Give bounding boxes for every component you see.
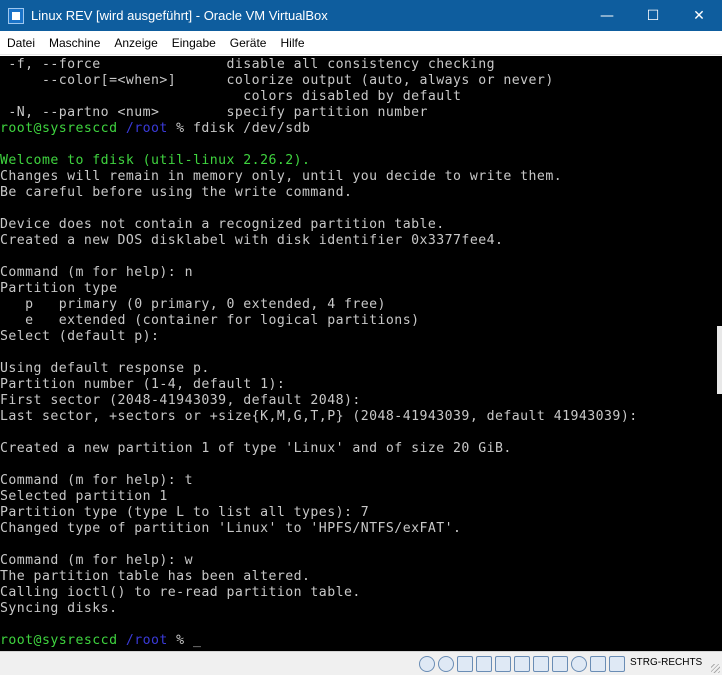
terminal-line: The partition table has been altered.: [0, 569, 310, 585]
terminal-line: Syncing disks.: [0, 601, 117, 617]
terminal-line: Using default response p.: [0, 361, 210, 377]
terminal-text: --color[=<when>] colorize output (auto, …: [0, 73, 554, 88]
terminal-line: Created a new DOS disklabel with disk id…: [0, 233, 503, 249]
terminal-text: First sector (2048-41943039, default 204…: [0, 393, 361, 408]
terminal-cursor: _: [192, 633, 202, 648]
terminal-text: root@sysresccd: [0, 121, 126, 136]
terminal-line: root@sysresccd /root % _: [0, 633, 201, 649]
terminal-text: Using default response p.: [0, 361, 210, 376]
terminal-line: Partition type: [0, 281, 117, 297]
status-bar: STRG-RECHTS: [0, 651, 722, 675]
optical-drive-icon[interactable]: [438, 656, 454, 672]
terminal-text: Changed type of partition 'Linux' to 'HP…: [0, 521, 462, 536]
terminal-text: /root: [125, 633, 168, 648]
close-button[interactable]: ✕: [676, 0, 722, 31]
terminal-text: Welcome to fdisk (util-linux 2.26.2).: [0, 153, 311, 168]
menu-maschine[interactable]: Maschine: [42, 36, 107, 50]
terminal-text: p primary (0 primary, 0 extended, 4 free…: [0, 297, 386, 312]
host-key-label: STRG-RECHTS: [630, 657, 703, 668]
terminal-line: --color[=<when>] colorize output (auto, …: [0, 73, 554, 89]
menu-bar: Datei Maschine Anzeige Eingabe Geräte Hi…: [0, 31, 722, 55]
terminal-line: Be careful before using the write comman…: [0, 185, 352, 201]
window-controls: — ☐ ✕: [584, 0, 722, 31]
terminal-line: Partition number (1-4, default 1):: [0, 377, 285, 393]
shared-folders-icon[interactable]: [495, 656, 511, 672]
terminal-line: Selected partition 1: [0, 489, 168, 505]
terminal-text: %: [167, 633, 193, 648]
terminal-text: colors disabled by default: [0, 89, 462, 104]
terminal-line: e extended (container for logical partit…: [0, 313, 419, 329]
terminal-text: -N, --partno <num> specify partition num…: [0, 105, 428, 120]
terminal-line: Command (m for help): w: [0, 553, 193, 569]
menu-hilfe[interactable]: Hilfe: [273, 36, 311, 50]
terminal-line: Partition type (type L to list all types…: [0, 505, 369, 521]
terminal-line: Created a new partition 1 of type 'Linux…: [0, 441, 512, 457]
window-title: Linux REV [wird ausgeführt] - Oracle VM …: [31, 8, 328, 23]
terminal-text: e extended (container for logical partit…: [0, 313, 420, 328]
terminal-line: Command (m for help): n: [0, 265, 193, 281]
video-capture-icon[interactable]: [533, 656, 549, 672]
terminal-text: % fdisk /dev/sdb: [167, 121, 311, 136]
usb-icon[interactable]: [552, 656, 568, 672]
terminal-text: Be careful before using the write comman…: [0, 185, 353, 200]
terminal-line: -f, --force disable all consistency chec…: [0, 57, 495, 73]
window-titlebar[interactable]: Linux REV [wird ausgeführt] - Oracle VM …: [0, 0, 722, 31]
virtualbox-app-icon: [8, 7, 24, 24]
terminal-line: p primary (0 primary, 0 extended, 4 free…: [0, 297, 386, 313]
network-icon[interactable]: [476, 656, 492, 672]
display-icon[interactable]: [514, 656, 530, 672]
resize-grip[interactable]: [711, 664, 720, 673]
terminal-line: Changes will remain in memory only, unti…: [0, 169, 562, 185]
maximize-button[interactable]: ☐: [630, 0, 676, 31]
terminal-text: Select (default p):: [0, 329, 160, 344]
terminal-text: Partition type (type L to list all types…: [0, 505, 370, 520]
terminal-text: Created a new DOS disklabel with disk id…: [0, 233, 504, 248]
keyboard-capture-icon[interactable]: [609, 656, 625, 672]
terminal-text: Partition type: [0, 281, 118, 296]
menu-datei[interactable]: Datei: [0, 36, 42, 50]
terminal-line: Welcome to fdisk (util-linux 2.26.2).: [0, 153, 310, 169]
terminal-text: Calling ioctl() to re-read partition tab…: [0, 585, 361, 600]
terminal-line: Command (m for help): t: [0, 473, 193, 489]
terminal-line: root@sysresccd /root % fdisk /dev/sdb: [0, 121, 310, 137]
terminal-text: Created a new partition 1 of type 'Linux…: [0, 441, 512, 456]
terminal-line: colors disabled by default: [0, 89, 461, 105]
terminal-line: Calling ioctl() to re-read partition tab…: [0, 585, 361, 601]
device-status-icons: [419, 656, 628, 672]
terminal-line: First sector (2048-41943039, default 204…: [0, 393, 361, 409]
menu-geraete[interactable]: Geräte: [223, 36, 274, 50]
terminal-text: Selected partition 1: [0, 489, 168, 504]
audio-icon[interactable]: [457, 656, 473, 672]
window-right-edge: [717, 56, 722, 651]
terminal-line: Select (default p):: [0, 329, 159, 345]
vm-console-screen[interactable]: -f, --force disable all consistency chec…: [0, 56, 717, 651]
menu-eingabe[interactable]: Eingabe: [165, 36, 223, 50]
terminal-text: The partition table has been altered.: [0, 569, 311, 584]
hard-disk-icon[interactable]: [419, 656, 435, 672]
terminal-line: Changed type of partition 'Linux' to 'HP…: [0, 521, 461, 537]
minimize-button[interactable]: —: [584, 0, 630, 31]
terminal-text: Device does not contain a recognized par…: [0, 217, 445, 232]
terminal-text: Changes will remain in memory only, unti…: [0, 169, 563, 184]
terminal-text: /root: [125, 121, 168, 136]
terminal-line: -N, --partno <num> specify partition num…: [0, 105, 428, 121]
cpu-icon[interactable]: [590, 656, 606, 672]
terminal-text: Command (m for help): t: [0, 473, 193, 488]
terminal-text: Command (m for help): n: [0, 265, 193, 280]
terminal-text: Partition number (1-4, default 1):: [0, 377, 286, 392]
menu-anzeige[interactable]: Anzeige: [107, 36, 164, 50]
terminal-text: Syncing disks.: [0, 601, 118, 616]
terminal-line: Device does not contain a recognized par…: [0, 217, 445, 233]
mouse-integration-icon[interactable]: [571, 656, 587, 672]
terminal-line: Last sector, +sectors or +size{K,M,G,T,P…: [0, 409, 638, 425]
terminal-text: Command (m for help): w: [0, 553, 193, 568]
terminal-text: Last sector, +sectors or +size{K,M,G,T,P…: [0, 409, 638, 424]
terminal-text: root@sysresccd: [0, 633, 126, 648]
terminal-text: -f, --force disable all consistency chec…: [0, 57, 495, 72]
